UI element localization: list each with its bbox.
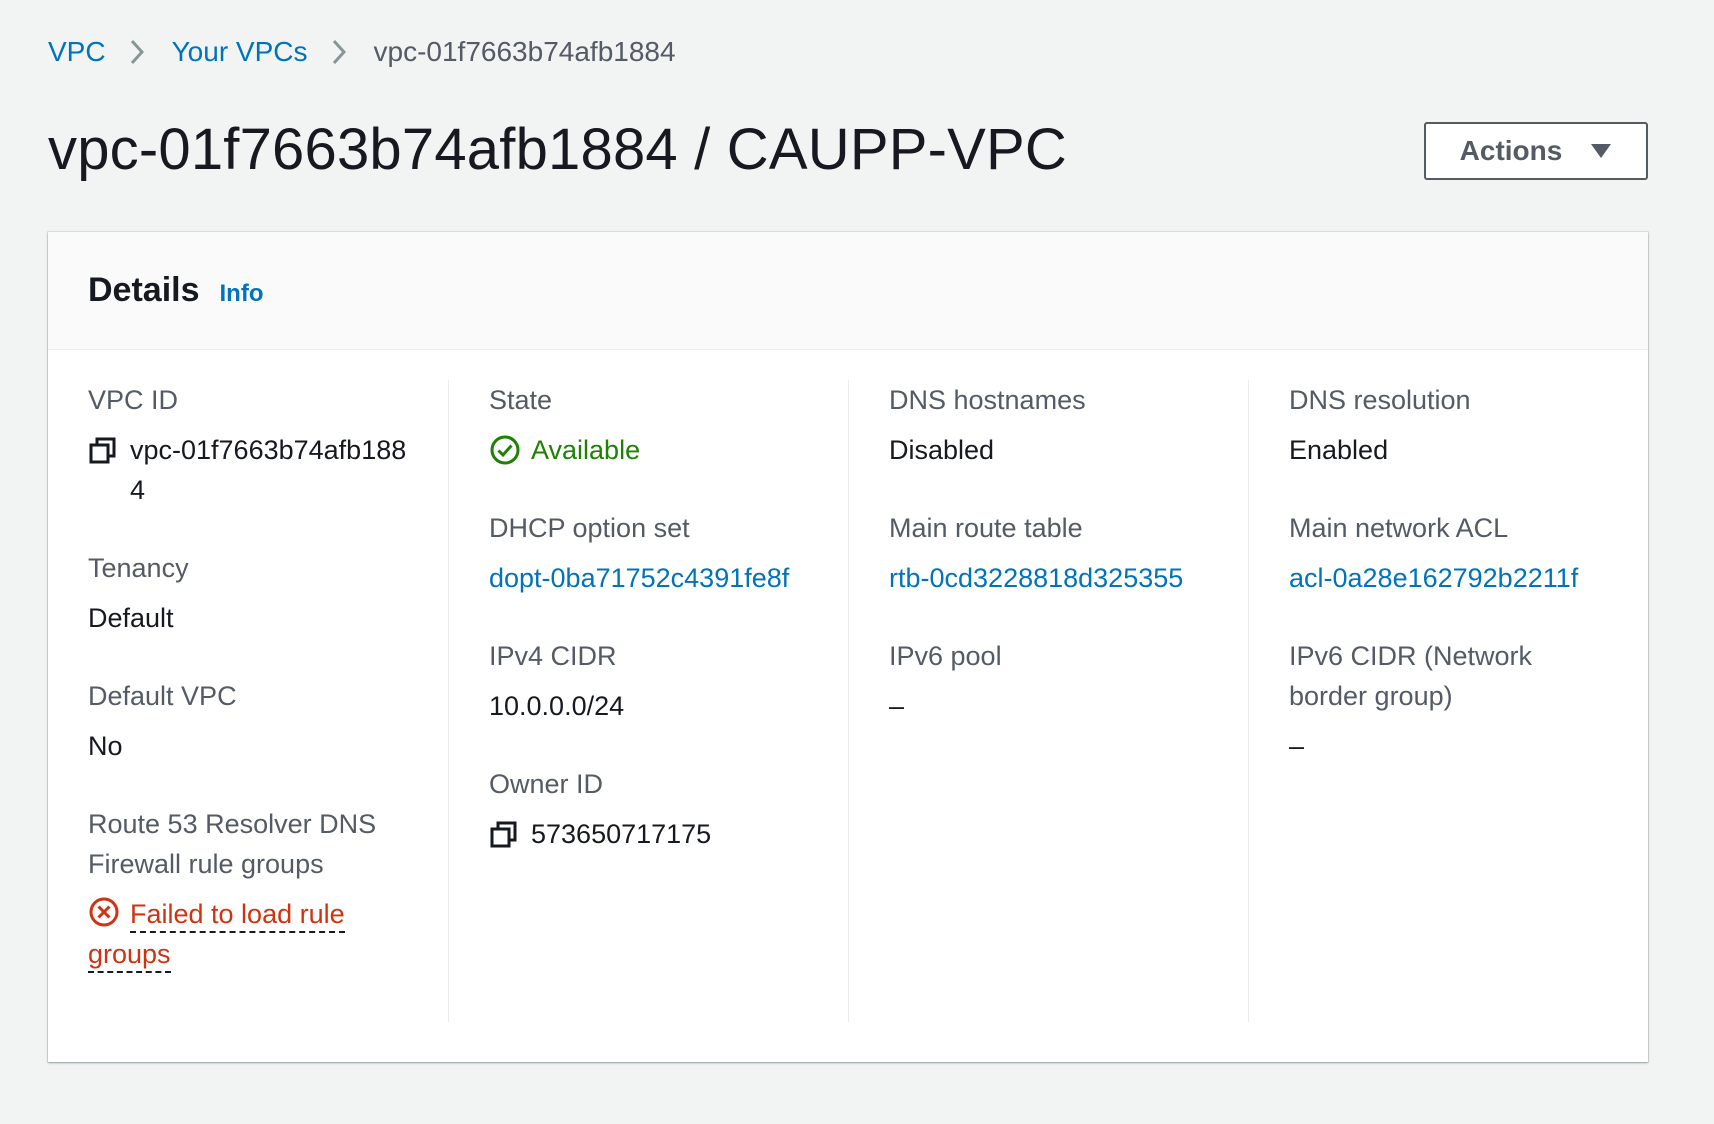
field-label: Owner ID xyxy=(489,769,604,799)
field-label: DNS hostnames xyxy=(889,385,1086,415)
field-main-route-table: Main route table rtb-0cd3228818d325355 xyxy=(889,508,1212,598)
field-label: DNS resolution xyxy=(1289,385,1471,415)
copy-icon[interactable] xyxy=(489,820,519,850)
details-panel: Details Info VPC ID vpc-01f7663b74afb188… xyxy=(48,232,1648,1062)
info-link[interactable]: Info xyxy=(220,280,264,308)
field-label: IPv6 CIDR (Network border group) xyxy=(1289,641,1533,711)
field-label: Default VPC xyxy=(88,681,237,711)
page-title: vpc-01f7663b74afb1884 / CAUPP-VPC xyxy=(48,117,1067,182)
actions-button[interactable]: Actions xyxy=(1424,122,1648,180)
main-network-acl-link[interactable]: acl-0a28e162792b2211f xyxy=(1289,558,1612,598)
field-label: Tenancy xyxy=(88,553,189,583)
x-circle-icon xyxy=(88,896,120,928)
breadcrumb-your-vpcs-link[interactable]: Your VPCs xyxy=(172,36,308,68)
caret-down-icon xyxy=(1590,143,1612,159)
field-main-network-acl: Main network ACL acl-0a28e162792b2211f xyxy=(1289,508,1612,598)
details-column-3: DNS hostnames Disabled Main route table … xyxy=(848,380,1248,1022)
field-label: Main network ACL xyxy=(1289,513,1509,543)
details-column-4: DNS resolution Enabled Main network ACL … xyxy=(1248,380,1648,1022)
field-default-vpc: Default VPC No xyxy=(88,676,412,766)
field-tenancy: Tenancy Default xyxy=(88,548,412,638)
field-label: IPv6 pool xyxy=(889,641,1002,671)
dns-resolution-value: Enabled xyxy=(1289,435,1389,465)
field-label: IPv4 CIDR xyxy=(489,641,617,671)
default-vpc-value: No xyxy=(88,731,123,761)
state-status: Available xyxy=(489,430,812,470)
dns-hostnames-value: Disabled xyxy=(889,435,995,465)
field-ipv6-cidr: IPv6 CIDR (Network border group) – xyxy=(1289,636,1612,766)
actions-button-label: Actions xyxy=(1459,135,1563,166)
details-title: Details xyxy=(88,271,200,309)
field-dns-hostnames: DNS hostnames Disabled xyxy=(889,380,1212,470)
copy-icon[interactable] xyxy=(88,436,118,466)
check-circle-icon xyxy=(489,434,521,466)
field-label: DHCP option set xyxy=(489,513,690,543)
rule-groups-error-text: Failed to load rule groups xyxy=(88,899,345,973)
field-label: State xyxy=(489,385,553,415)
chevron-right-icon xyxy=(130,39,148,65)
ipv6-pool-value: – xyxy=(889,691,905,721)
dhcp-option-set-link[interactable]: dopt-0ba71752c4391fe8f xyxy=(489,558,812,598)
rule-groups-error[interactable]: Failed to load rule groups xyxy=(88,894,412,974)
ipv4-cidr-value: 10.0.0.0/24 xyxy=(489,691,625,721)
details-column-2: State Available DHCP option set dopt-0ba… xyxy=(448,380,848,1022)
field-label: Route 53 Resolver DNS Firewall rule grou… xyxy=(88,809,377,879)
main-route-table-link[interactable]: rtb-0cd3228818d325355 xyxy=(889,558,1212,598)
field-state: State Available xyxy=(489,380,812,470)
field-dns-resolution: DNS resolution Enabled xyxy=(1289,380,1612,470)
field-vpc-id: VPC ID vpc-01f7663b74afb1884 xyxy=(88,380,412,510)
field-ipv6-pool: IPv6 pool – xyxy=(889,636,1212,726)
field-dhcp-option-set: DHCP option set dopt-0ba71752c4391fe8f xyxy=(489,508,812,598)
field-dns-firewall-rule-groups: Route 53 Resolver DNS Firewall rule grou… xyxy=(88,804,412,974)
breadcrumb-current: vpc-01f7663b74afb1884 xyxy=(373,36,676,67)
details-panel-header: Details Info xyxy=(48,232,1648,350)
vpc-id-value: vpc-01f7663b74afb1884 xyxy=(130,435,407,505)
field-label: VPC ID xyxy=(88,385,179,415)
breadcrumb-vpc-link[interactable]: VPC xyxy=(48,36,106,68)
field-ipv4-cidr: IPv4 CIDR 10.0.0.0/24 xyxy=(489,636,812,726)
field-label: Main route table xyxy=(889,513,1083,543)
tenancy-value: Default xyxy=(88,603,174,633)
details-columns: VPC ID vpc-01f7663b74afb1884 Tenancy Def… xyxy=(48,380,1648,1022)
chevron-right-icon xyxy=(332,39,350,65)
details-column-1: VPC ID vpc-01f7663b74afb1884 Tenancy Def… xyxy=(48,380,448,1022)
breadcrumb: VPC Your VPCs vpc-01f7663b74afb1884 xyxy=(48,32,676,72)
ipv6-cidr-value: – xyxy=(1289,731,1305,761)
owner-id-value: 573650717175 xyxy=(531,819,712,849)
state-value: Available xyxy=(531,435,641,465)
field-owner-id: Owner ID 573650717175 xyxy=(489,764,812,854)
